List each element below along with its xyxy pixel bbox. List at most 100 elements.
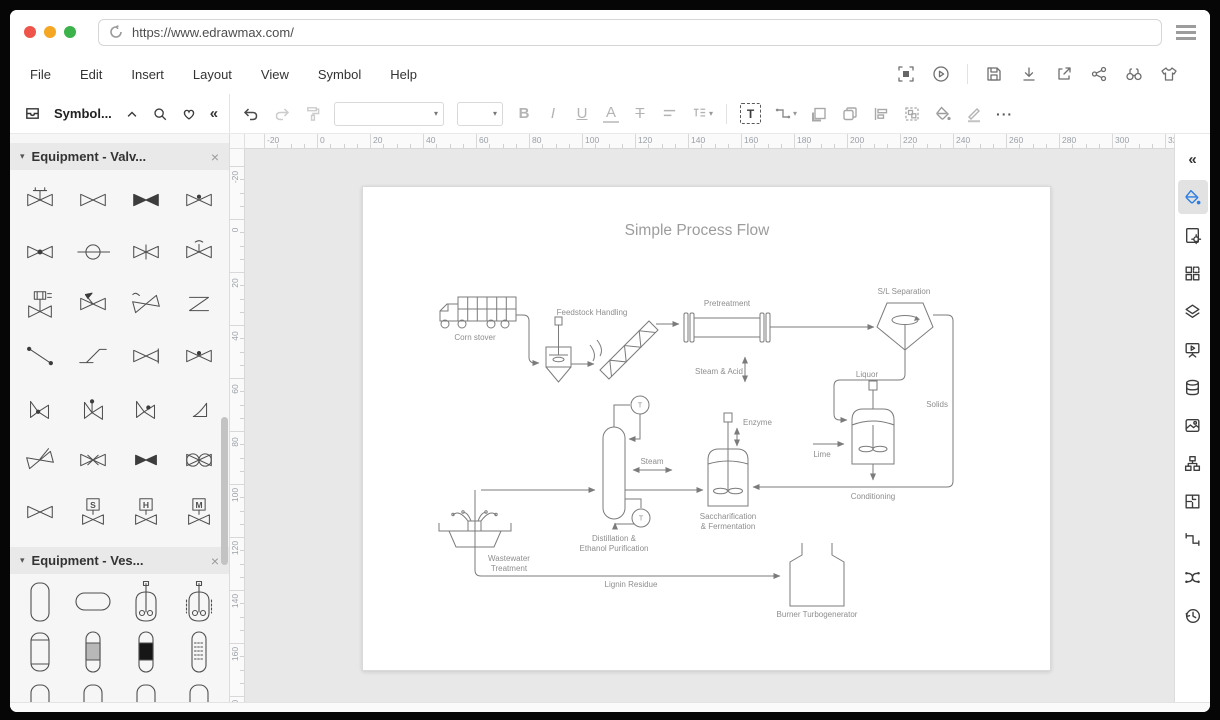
refresh-icon[interactable]	[109, 25, 123, 39]
collapse-triangle-icon[interactable]: ▾	[20, 151, 25, 162]
menu-symbol[interactable]: Symbol	[318, 67, 361, 82]
label-distillation-2[interactable]: Ethanol Purification	[580, 544, 649, 553]
symbol-cross-valve[interactable]	[67, 434, 120, 486]
symbol-angle-valve-3[interactable]	[120, 382, 173, 434]
clothes-icon[interactable]	[1160, 65, 1178, 83]
history-icon[interactable]	[1178, 598, 1208, 632]
symbol-packed-column-gray[interactable]	[67, 628, 120, 678]
label-wastewater-2[interactable]: Treatment	[491, 564, 528, 573]
connector-tool-icon[interactable]: ▾	[774, 105, 797, 123]
symbol-tilt-valve[interactable]	[120, 278, 173, 330]
symbol-letter-valve-S[interactable]: S	[67, 486, 120, 538]
download-icon[interactable]	[1020, 65, 1038, 83]
symbol-vessel-tall[interactable]	[14, 678, 67, 702]
symbol-agitator-tank[interactable]	[120, 578, 173, 628]
page-setup-icon[interactable]	[1178, 218, 1208, 252]
menu-layout[interactable]: Layout	[193, 67, 232, 82]
symbol-angle-valve-2[interactable]	[67, 382, 120, 434]
distillation-column-shape[interactable]	[602, 426, 626, 520]
menu-insert[interactable]: Insert	[131, 67, 164, 82]
hopper-shape[interactable]	[545, 316, 572, 383]
more-options-button[interactable]: ···	[996, 106, 1013, 122]
share-icon[interactable]	[1090, 65, 1108, 83]
collapse-left-icon[interactable]: «	[210, 105, 218, 122]
hierarchy-icon[interactable]	[1178, 446, 1208, 480]
symbol-dot-valve[interactable]	[172, 330, 225, 382]
symbol-piston-valve[interactable]	[14, 278, 67, 330]
menu-file[interactable]: File	[30, 67, 51, 82]
floorplan-icon[interactable]	[1178, 484, 1208, 518]
symbol-vessel-horizontal[interactable]	[67, 578, 120, 628]
label-steam-acid[interactable]: Steam & Acid	[695, 367, 743, 376]
align-text-icon[interactable]	[661, 105, 678, 122]
symbol-vessel-tall[interactable]	[172, 678, 225, 702]
symbol-plain-valve[interactable]	[14, 486, 67, 538]
truck-shape[interactable]	[439, 296, 517, 329]
minimize-window-button[interactable]	[44, 26, 56, 38]
label-wastewater-1[interactable]: Wastewater	[488, 554, 530, 563]
maximize-window-button[interactable]	[64, 26, 76, 38]
font-size-select[interactable]: ▾	[457, 101, 503, 126]
symbol-double-circle-valve[interactable]	[172, 434, 225, 486]
symbol-slanted-valve[interactable]	[67, 278, 120, 330]
bold-button[interactable]: B	[516, 105, 532, 122]
menu-help[interactable]: Help	[390, 67, 417, 82]
connector-tind-column-bottom[interactable]	[612, 522, 634, 530]
symbol-tray-column[interactable]	[172, 628, 225, 678]
label-lignin[interactable]: Lignin Residue	[605, 580, 658, 589]
undo-icon[interactable]	[242, 105, 260, 123]
redo-icon[interactable]	[273, 105, 291, 123]
symbol-jacketed-agitator-tank[interactable]	[172, 578, 225, 628]
menu-view[interactable]: View	[261, 67, 289, 82]
components-icon[interactable]	[1178, 256, 1208, 290]
symbol-angle-valve-1[interactable]	[14, 382, 67, 434]
play-icon[interactable]	[932, 65, 950, 83]
fit-screen-icon[interactable]	[897, 65, 915, 83]
symbol-ball-valve[interactable]	[172, 174, 225, 226]
format-painter-icon[interactable]	[304, 105, 321, 122]
collapse-triangle-icon[interactable]: ▾	[20, 555, 25, 566]
library-label[interactable]: Symbol...	[54, 106, 112, 121]
pretreatment-shape[interactable]	[683, 312, 771, 343]
symbol-lever-valve[interactable]	[67, 330, 120, 382]
browser-menu-icon[interactable]	[1176, 24, 1196, 40]
separation-shape[interactable]	[876, 302, 934, 351]
panel-scrollbar[interactable]	[221, 417, 228, 565]
label-enzyme[interactable]: Enzyme	[743, 418, 772, 427]
label-solids[interactable]: Solids	[926, 400, 948, 409]
data-icon[interactable]	[1178, 370, 1208, 404]
label-saccharification-2[interactable]: & Fermentation	[701, 522, 756, 531]
label-lime[interactable]: Lime	[813, 450, 831, 459]
label-liquor[interactable]: Liquor	[856, 370, 879, 379]
library-icon[interactable]	[24, 105, 41, 122]
favorites-icon[interactable]	[181, 106, 197, 122]
symbol-letter-valve-M[interactable]: M	[172, 486, 225, 538]
conditioning-tank-shape[interactable]	[851, 380, 895, 465]
label-burner[interactable]: Burner Turbogenerator	[777, 610, 858, 619]
symbol-actuated-gate-valve[interactable]	[14, 174, 67, 226]
search-icon[interactable]	[152, 106, 168, 122]
export-icon[interactable]	[1055, 65, 1073, 83]
text-tool-button[interactable]: T	[740, 103, 762, 124]
junction-icon[interactable]	[1178, 560, 1208, 594]
symbol-globe-valve[interactable]	[67, 226, 120, 278]
drawing-canvas-area[interactable]: -20 0 20 40 60 80 100 120 140 160 180 200 220 240 260 2…	[230, 134, 1174, 702]
label-feedstock[interactable]: Feedstock Handling	[557, 308, 628, 317]
connector-column-tind-top[interactable]	[613, 404, 630, 427]
italic-button[interactable]: I	[545, 105, 561, 122]
connector-solids[interactable]	[752, 314, 954, 490]
symbol-closed-valve-2[interactable]	[120, 434, 173, 486]
shape-outline-icon[interactable]	[810, 105, 828, 123]
duplicate-icon[interactable]	[841, 105, 859, 123]
symbol-gate-valve[interactable]	[67, 174, 120, 226]
connector-elbow-icon[interactable]	[1178, 522, 1208, 556]
symbol-letter-valve-H[interactable]: H	[120, 486, 173, 538]
address-bar[interactable]: https://www.edrawmax.com/	[98, 18, 1162, 46]
save-icon[interactable]	[985, 65, 1003, 83]
fill-color-icon[interactable]	[934, 105, 952, 123]
close-section-icon[interactable]: ×	[211, 149, 219, 165]
presentation-icon[interactable]	[1178, 332, 1208, 366]
close-window-button[interactable]	[24, 26, 36, 38]
label-pretreatment[interactable]: Pretreatment	[704, 299, 751, 308]
line-spacing-icon[interactable]: ▾	[691, 105, 713, 122]
